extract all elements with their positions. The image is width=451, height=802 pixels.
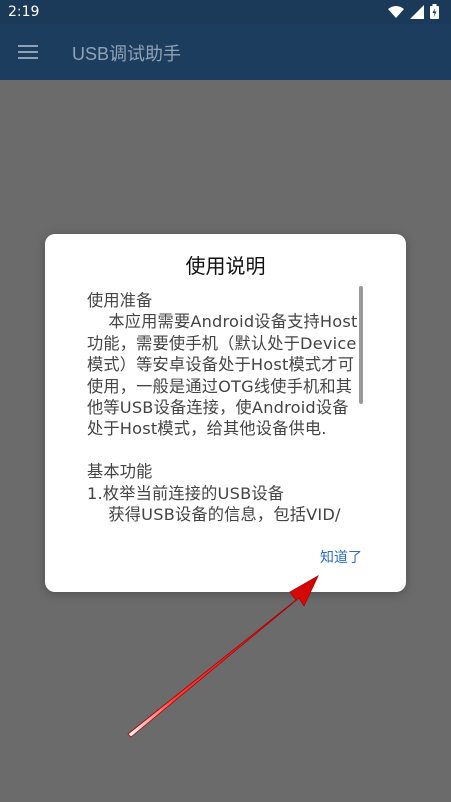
red-arrow-annotation	[127, 575, 319, 738]
